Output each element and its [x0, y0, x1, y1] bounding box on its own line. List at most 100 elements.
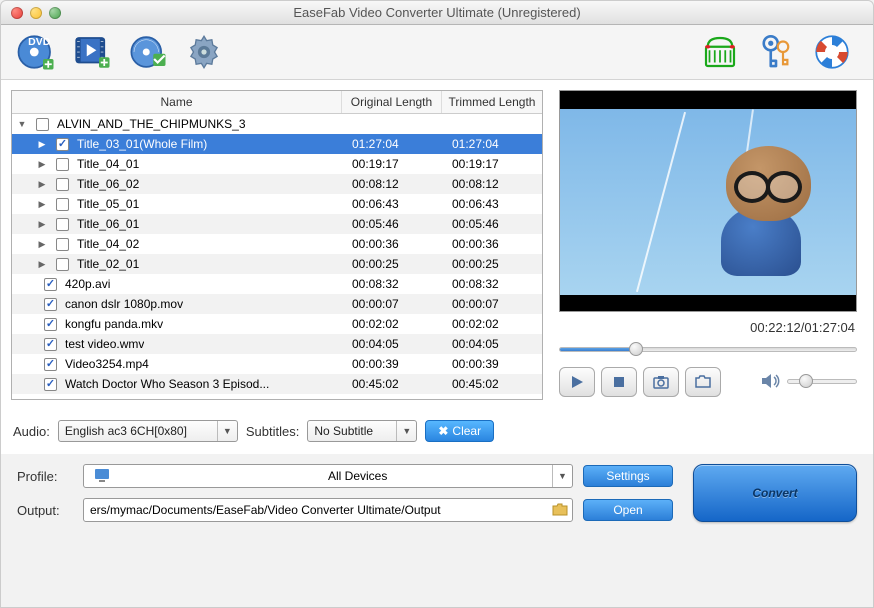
chevron-down-icon: ▼ — [396, 421, 416, 441]
row-checkbox[interactable] — [56, 238, 69, 251]
clear-icon: ✖ — [438, 424, 448, 438]
table-row[interactable]: Watch Doctor Who Season 3 Episod...00:45… — [12, 374, 542, 394]
row-trimmed-length: 00:06:43 — [442, 197, 542, 211]
disclosure-triangle-icon[interactable]: ▶ — [36, 178, 48, 190]
stop-button[interactable] — [601, 367, 637, 397]
disclosure-triangle-icon[interactable]: ▶ — [36, 218, 48, 230]
row-checkbox[interactable] — [44, 318, 57, 331]
minimize-window-button[interactable] — [30, 7, 42, 19]
row-trimmed-length: 00:04:05 — [442, 337, 542, 351]
row-checkbox[interactable] — [56, 178, 69, 191]
row-name: Title_06_01 — [77, 217, 139, 231]
column-header-trimmed-length[interactable]: Trimmed Length — [442, 91, 542, 113]
audio-value: English ac3 6CH[0x80] — [59, 424, 217, 438]
table-row[interactable]: Video3254.mp400:00:3900:00:39 — [12, 354, 542, 374]
add-video-button[interactable] — [67, 27, 117, 77]
row-checkbox[interactable] — [44, 278, 57, 291]
output-path-field[interactable]: ers/mymac/Documents/EaseFab/Video Conver… — [83, 498, 573, 522]
table-row[interactable]: ▼ ALVIN_AND_THE_CHIPMUNKS_3 — [12, 114, 542, 134]
row-original-length: 00:08:32 — [342, 277, 442, 291]
table-row[interactable]: ▶ Title_05_01 00:06:4300:06:43 — [12, 194, 542, 214]
row-trimmed-length: 00:08:12 — [442, 177, 542, 191]
disclosure-triangle-icon[interactable]: ▶ — [36, 158, 48, 170]
browse-folder-button[interactable] — [548, 503, 572, 517]
toolbar-settings-button[interactable] — [179, 27, 229, 77]
disclosure-triangle-icon[interactable]: ▶ — [36, 258, 48, 270]
close-window-button[interactable] — [11, 7, 23, 19]
table-row[interactable]: ▶Title_02_0100:00:2500:00:25 — [12, 254, 542, 274]
row-original-length: 00:00:07 — [342, 297, 442, 311]
playback-time: 00:22:12/01:27:04 — [553, 320, 855, 335]
register-button[interactable] — [751, 27, 801, 77]
open-output-button[interactable]: Open — [583, 499, 673, 521]
output-label: Output: — [17, 503, 73, 518]
row-trimmed-length: 00:00:07 — [442, 297, 542, 311]
disclosure-triangle-icon[interactable]: ▶ — [36, 138, 48, 150]
row-trimmed-length: 00:02:02 — [442, 317, 542, 331]
row-original-length: 00:19:17 — [342, 157, 442, 171]
profile-settings-button[interactable]: Settings — [583, 465, 673, 487]
row-original-length: 00:06:43 — [342, 197, 442, 211]
shop-button[interactable] — [695, 27, 745, 77]
disclosure-triangle-icon[interactable]: ▶ — [36, 238, 48, 250]
video-preview[interactable] — [559, 90, 857, 312]
row-original-length: 00:04:05 — [342, 337, 442, 351]
audio-select[interactable]: English ac3 6CH[0x80] ▼ — [58, 420, 238, 442]
subtitles-value: No Subtitle — [308, 424, 396, 438]
row-original-length: 00:00:36 — [342, 237, 442, 251]
table-row[interactable]: ▶Title_06_0200:08:1200:08:12 — [12, 174, 542, 194]
row-original-length: 00:05:46 — [342, 217, 442, 231]
volume-icon — [761, 372, 781, 393]
column-header-original-length[interactable]: Original Length — [342, 91, 442, 113]
add-bluray-button[interactable] — [123, 27, 173, 77]
table-row[interactable]: ▶Title_03_01(Whole Film)01:27:0401:27:04 — [12, 134, 542, 154]
subtitles-label: Subtitles: — [246, 424, 299, 439]
row-checkbox[interactable] — [56, 138, 69, 151]
table-row[interactable]: kongfu panda.mkv00:02:0200:02:02 — [12, 314, 542, 334]
chevron-down-icon: ▼ — [552, 465, 572, 487]
row-checkbox[interactable] — [56, 258, 69, 271]
help-button[interactable] — [807, 27, 857, 77]
row-name: ALVIN_AND_THE_CHIPMUNKS_3 — [57, 117, 246, 131]
volume-slider[interactable] — [787, 375, 857, 389]
table-row[interactable]: test video.wmv00:04:0500:04:05 — [12, 334, 542, 354]
row-trimmed-length: 00:08:32 — [442, 277, 542, 291]
row-checkbox[interactable] — [56, 198, 69, 211]
row-original-length: 00:00:25 — [342, 257, 442, 271]
table-row[interactable]: ▶Title_04_0100:19:1700:19:17 — [12, 154, 542, 174]
row-original-length: 00:08:12 — [342, 177, 442, 191]
row-name: Title_05_01 — [77, 197, 139, 211]
row-checkbox[interactable] — [36, 118, 49, 131]
subtitles-select[interactable]: No Subtitle ▼ — [307, 420, 417, 442]
audio-label: Audio: — [13, 424, 50, 439]
row-checkbox[interactable] — [44, 358, 57, 371]
row-checkbox[interactable] — [44, 338, 57, 351]
snapshot-button[interactable] — [643, 367, 679, 397]
table-row[interactable]: ▶Title_04_0200:00:3600:00:36 — [12, 234, 542, 254]
open-snapshot-folder-button[interactable] — [685, 367, 721, 397]
row-checkbox[interactable] — [44, 378, 57, 391]
table-row[interactable]: canon dslr 1080p.mov 00:00:0700:00:07 — [12, 294, 542, 314]
row-checkbox[interactable] — [44, 298, 57, 311]
profile-select[interactable]: All Devices ▼ — [83, 464, 573, 488]
row-checkbox[interactable] — [56, 158, 69, 171]
add-dvd-button[interactable]: DVD — [11, 27, 61, 77]
row-name: canon dslr 1080p.mov — [65, 297, 183, 311]
table-row[interactable]: ▶Title_06_0100:05:4600:05:46 — [12, 214, 542, 234]
clear-button[interactable]: ✖ Clear — [425, 420, 494, 442]
row-original-length: 00:02:02 — [342, 317, 442, 331]
row-original-length: 01:27:04 — [342, 137, 442, 151]
row-checkbox[interactable] — [56, 218, 69, 231]
column-header-name[interactable]: Name — [12, 91, 342, 113]
seek-slider[interactable] — [559, 343, 857, 357]
convert-button[interactable]: Convert — [693, 464, 857, 522]
play-button[interactable] — [559, 367, 595, 397]
window-title: EaseFab Video Converter Ultimate (Unregi… — [1, 5, 873, 20]
disclosure-triangle-icon[interactable]: ▶ — [36, 198, 48, 210]
table-row[interactable]: 420p.avi00:08:3200:08:32 — [12, 274, 542, 294]
row-name: Title_02_01 — [77, 257, 139, 271]
row-original-length: 00:45:02 — [342, 377, 442, 391]
disclosure-triangle-icon[interactable]: ▼ — [16, 118, 28, 130]
row-original-length: 00:00:39 — [342, 357, 442, 371]
zoom-window-button[interactable] — [49, 7, 61, 19]
